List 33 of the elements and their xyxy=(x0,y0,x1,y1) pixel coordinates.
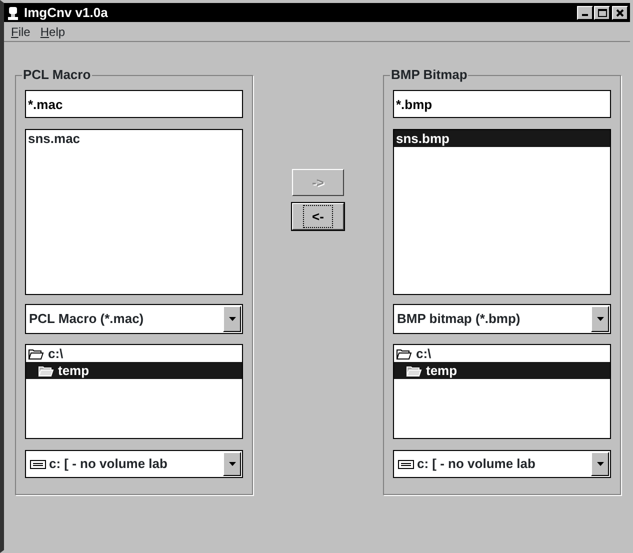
dropdown-arrow-icon xyxy=(596,316,604,322)
drive-icon xyxy=(398,458,414,470)
drive-dropdown[interactable]: c: [ - no volume lab xyxy=(393,450,611,478)
filter-field[interactable]: *.bmp xyxy=(393,90,611,118)
file-type-dropdown[interactable]: PCL Macro (*.mac) xyxy=(25,304,243,334)
folder-item[interactable]: c:\ xyxy=(394,345,610,362)
folder-icon xyxy=(396,346,412,360)
file-type-dropdown[interactable]: BMP bitmap (*.bmp) xyxy=(393,304,611,334)
window-title: ImgCnv v1.0a xyxy=(24,4,109,22)
minimize-button[interactable] xyxy=(577,6,593,20)
filter-field[interactable]: *.mac xyxy=(25,90,243,118)
transfer-button[interactable]: <- xyxy=(292,203,344,230)
close-button[interactable] xyxy=(612,6,628,20)
maximize-icon xyxy=(598,8,606,16)
folder-item[interactable]: c:\ xyxy=(26,345,242,362)
maximize-button[interactable] xyxy=(594,6,610,20)
menu-item[interactable]: File xyxy=(6,22,36,40)
dropdown-arrow-icon xyxy=(596,461,604,467)
drive-dropdown[interactable]: c: [ - no volume lab xyxy=(25,450,243,478)
menu-item[interactable]: Help xyxy=(35,22,70,40)
filename-row[interactable]: sns.bmp xyxy=(394,130,610,147)
folder-icon xyxy=(28,346,44,360)
filename-row[interactable]: sns.mac xyxy=(26,130,242,147)
app-icon xyxy=(6,6,20,20)
dropdown-arrow-icon xyxy=(228,316,236,322)
folder-item[interactable]: temp xyxy=(26,362,242,379)
dropdown-arrow-icon xyxy=(228,461,236,467)
drive-icon xyxy=(30,458,46,470)
close-icon xyxy=(616,8,624,16)
folder-icon xyxy=(38,364,54,378)
folder-item[interactable]: temp xyxy=(394,362,610,379)
folder-icon xyxy=(406,364,422,378)
group-title: BMP Bitmap xyxy=(390,67,468,83)
